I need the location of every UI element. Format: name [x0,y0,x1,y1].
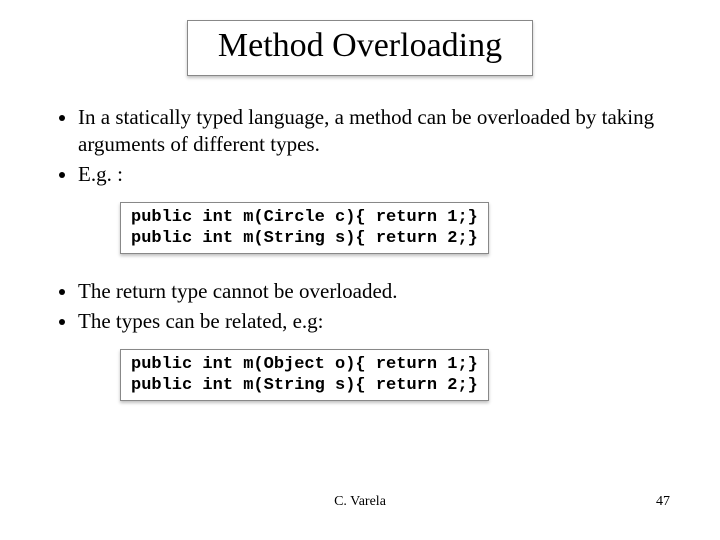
bullet-item: The types can be related, e.g: [78,308,670,335]
footer-author: C. Varela [0,494,720,510]
bullet-list-1: In a statically typed language, a method… [50,104,670,188]
slide: Method Overloading In a statically typed… [0,0,720,540]
title-box: Method Overloading [187,20,533,76]
bullet-item: In a statically typed language, a method… [78,104,670,159]
bullet-list-2: The return type cannot be overloaded. Th… [50,278,670,335]
code-block-1: public int m(Circle c){ return 1;} publi… [120,202,489,255]
code-block-2: public int m(Object o){ return 1;} publi… [120,349,489,402]
slide-title: Method Overloading [218,27,502,65]
footer-page-number: 47 [656,494,670,510]
bullet-item: The return type cannot be overloaded. [78,278,670,305]
bullet-item: E.g. : [78,161,670,188]
